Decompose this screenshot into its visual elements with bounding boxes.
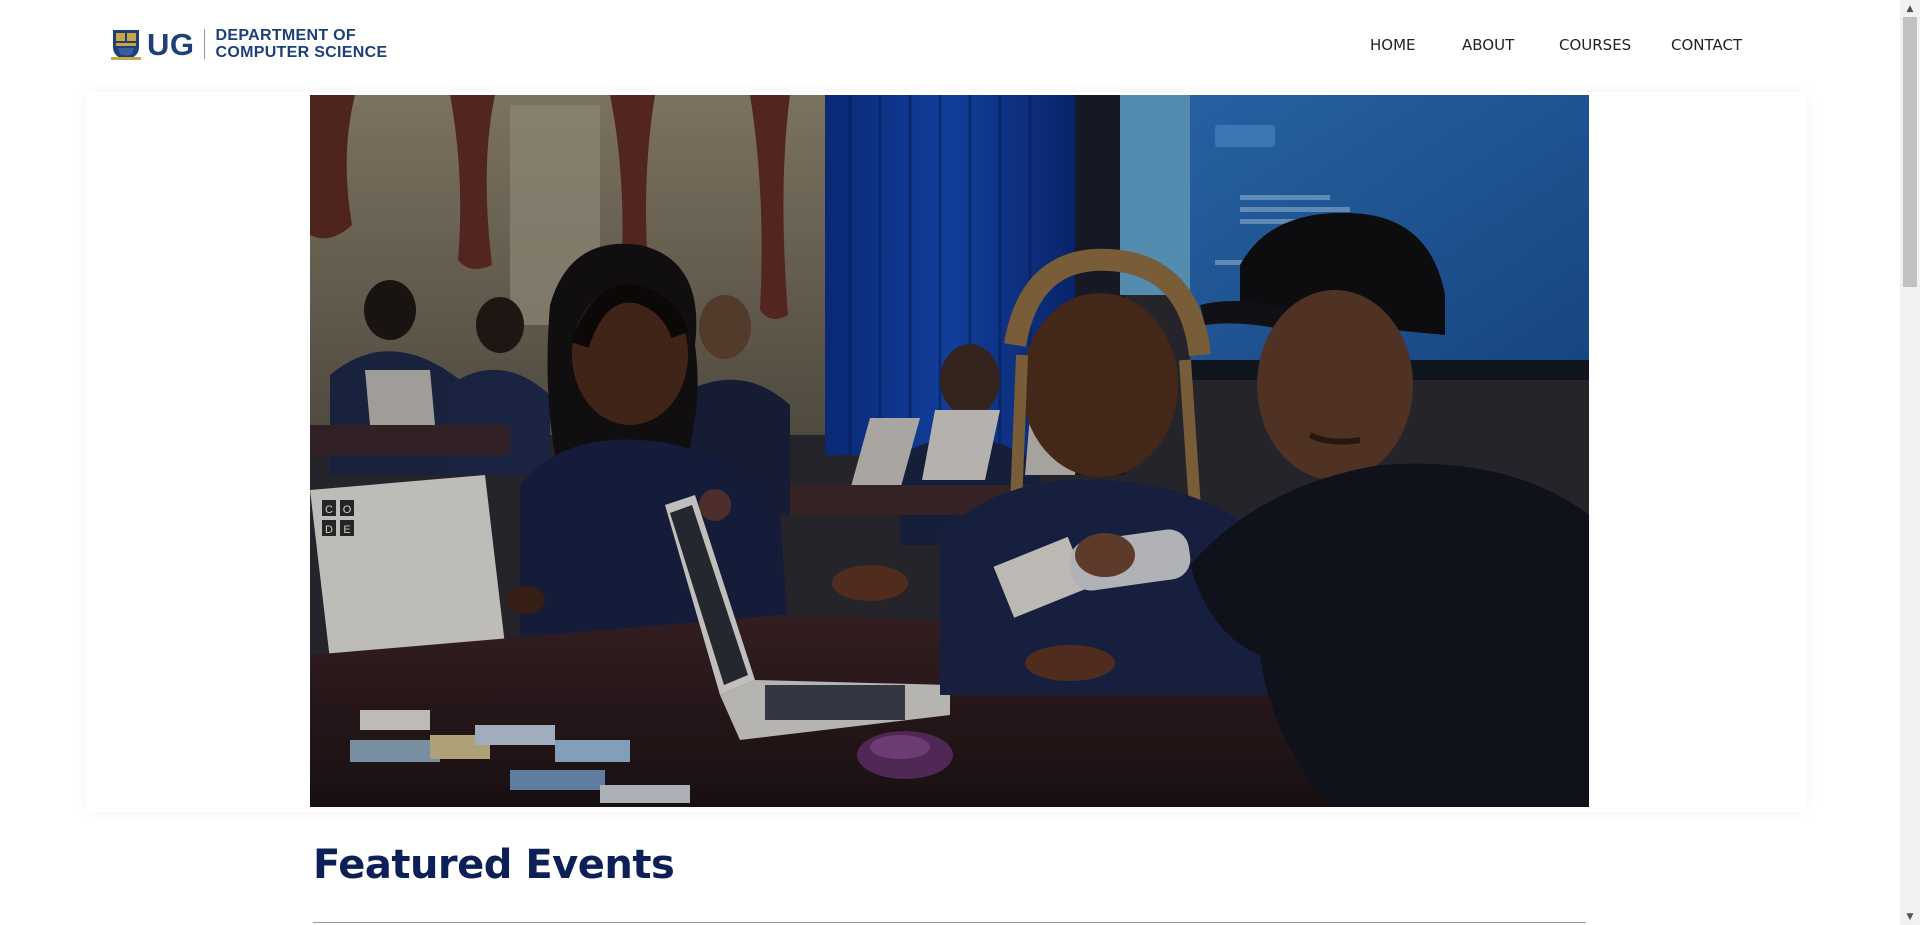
featured-divider xyxy=(313,922,1586,923)
logo-department: DEPARTMENT OF COMPUTER SCIENCE xyxy=(215,26,388,61)
logo-department-line2: COMPUTER SCIENCE xyxy=(215,43,388,61)
scroll-down-arrow-icon[interactable]: ▼ xyxy=(1900,908,1920,925)
hero-photo-illustration: C O D E xyxy=(310,95,1589,807)
logo-ug-text: UG xyxy=(147,26,195,62)
site-logo[interactable]: UG DEPARTMENT OF COMPUTER SCIENCE xyxy=(111,26,387,62)
featured-events-heading: Featured Events xyxy=(313,842,675,888)
nav-about-link[interactable]: ABOUT xyxy=(1462,36,1514,54)
logo-department-line1: DEPARTMENT OF xyxy=(215,26,356,44)
scrollbar-thumb[interactable] xyxy=(1903,17,1917,287)
scroll-up-arrow-icon[interactable]: ▲ xyxy=(1900,0,1920,17)
hero-photo: C O D E xyxy=(310,95,1589,807)
nav-contact-link[interactable]: CONTACT xyxy=(1671,36,1742,54)
page: UG DEPARTMENT OF COMPUTER SCIENCE HOME A… xyxy=(0,0,1920,925)
logo-divider xyxy=(203,29,205,59)
university-crest-icon xyxy=(111,30,141,60)
page-scrollbar[interactable]: ▲ ▼ xyxy=(1900,0,1920,925)
nav-courses-link[interactable]: COURSES xyxy=(1559,36,1631,54)
nav-home-link[interactable]: HOME xyxy=(1370,36,1416,54)
site-header: UG DEPARTMENT OF COMPUTER SCIENCE HOME A… xyxy=(0,0,1900,95)
